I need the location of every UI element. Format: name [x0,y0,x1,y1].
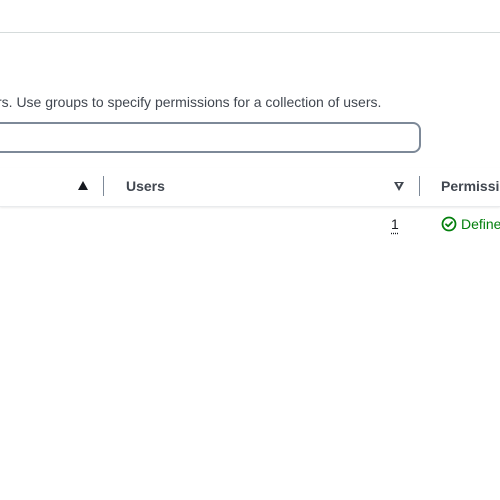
column-divider[interactable] [419,176,420,196]
column-header-users[interactable]: Users [126,178,165,194]
page: rs. Use groups to specify permissions fo… [0,0,500,500]
column-divider[interactable] [103,176,104,196]
permissions-status: Define [441,215,500,233]
users-count-link[interactable]: 1 [391,215,399,233]
column-header-permissions[interactable]: Permissi [441,178,499,194]
page-description: rs. Use groups to specify permissions fo… [0,94,382,110]
sort-ascending-icon[interactable] [78,181,88,190]
permissions-status-label: Define [461,216,500,232]
table-header [0,168,500,207]
check-circle-icon [441,216,457,232]
sort-descending-icon[interactable] [394,182,404,191]
top-divider [0,32,500,33]
search-input[interactable] [0,122,421,153]
